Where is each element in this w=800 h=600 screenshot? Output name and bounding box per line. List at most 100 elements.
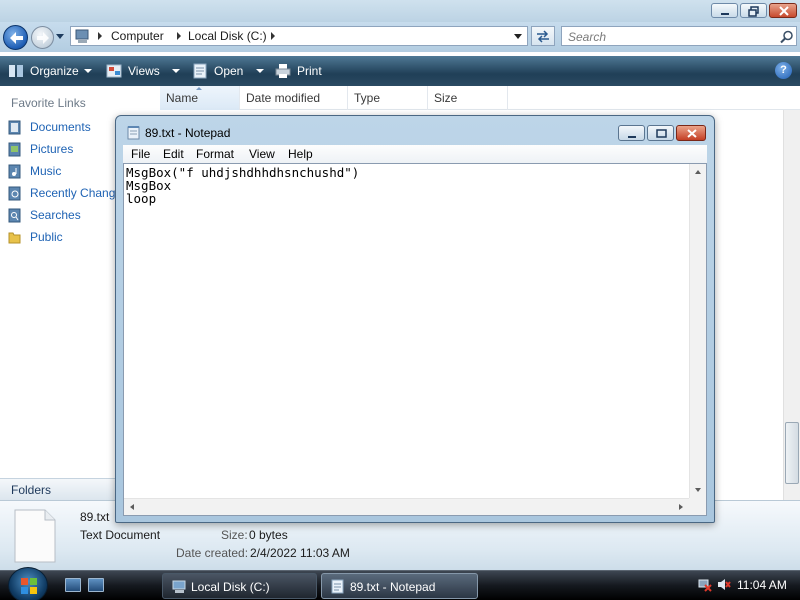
organize-icon [9, 65, 23, 77]
favorite-link-label: Searches [30, 208, 81, 222]
notepad-menubar: File Edit Format View Help [123, 145, 707, 163]
folders-label: Folders [11, 483, 52, 497]
sort-ascending-icon [196, 87, 202, 90]
file-list-scrollbar[interactable] [783, 110, 800, 500]
breadcrumb-computer[interactable]: Computer [111, 29, 164, 43]
details-date-label: Date created: [176, 546, 249, 560]
views-icon [106, 64, 122, 78]
column-header-label: Name [166, 91, 199, 105]
close-icon [687, 129, 697, 138]
minimize-icon [721, 13, 729, 15]
chevron-down-icon [84, 69, 92, 73]
organize-label: Organize [30, 64, 79, 78]
notepad-vertical-scrollbar[interactable] [689, 164, 706, 498]
column-header-date-modified[interactable]: Date modified [240, 86, 348, 110]
favorite-link-label: Recently Changed [30, 186, 129, 200]
volume-muted-icon[interactable] [716, 577, 731, 592]
menu-file[interactable]: File [131, 147, 150, 161]
column-header-size[interactable]: Size [428, 86, 508, 110]
searches-icon [8, 208, 21, 223]
column-headers: Name Date modified Type Size [160, 86, 800, 110]
close-button[interactable] [769, 3, 797, 18]
notepad-close-button[interactable] [676, 125, 706, 141]
notepad-icon [127, 126, 140, 140]
column-header-label: Size [434, 91, 458, 105]
notepad-text-content[interactable]: MsgBox("f uhdjshdhhdhsnchushd") MsgBox l… [126, 166, 688, 496]
command-bar: Organize Views Open Print [0, 56, 800, 86]
search-placeholder: Search [568, 30, 607, 44]
menu-format[interactable]: Format [196, 147, 234, 161]
organize-button[interactable]: Organize [8, 56, 94, 86]
notepad-minimize-button[interactable] [618, 125, 645, 141]
search-icon[interactable] [780, 30, 794, 44]
details-date-value: 2/4/2022 11:03 AM [250, 546, 350, 560]
views-label: Views [128, 64, 160, 78]
text-document-icon [14, 509, 56, 563]
favorite-links-header: Favorite Links [11, 96, 86, 110]
column-header-type[interactable]: Type [348, 86, 428, 110]
notepad-editor[interactable]: MsgBox("f uhdjshdhhdhsnchushd") MsgBox l… [123, 163, 707, 516]
column-header-label: Date modified [246, 91, 321, 105]
breadcrumb-separator-icon [98, 32, 102, 40]
details-filetype: Text Document [80, 528, 161, 542]
folder-icon [8, 232, 21, 244]
recently-changed-icon [8, 186, 21, 201]
menu-view[interactable]: View [249, 147, 275, 161]
minimize-icon [628, 136, 636, 138]
menu-help[interactable]: Help [288, 147, 313, 161]
notepad-icon [331, 579, 344, 594]
details-size-value: 0 bytes [249, 528, 288, 542]
maximize-icon [656, 129, 667, 138]
pictures-icon [8, 142, 21, 157]
taskbar-button-label: 89.txt - Notepad [350, 580, 436, 594]
windows-logo-icon [21, 578, 37, 594]
taskbar-button-explorer[interactable]: Local Disk (C:) [162, 573, 317, 599]
notepad-maximize-button[interactable] [647, 125, 674, 141]
computer-icon [172, 580, 186, 593]
refresh-button[interactable] [531, 26, 555, 46]
views-button[interactable]: Views [106, 56, 182, 86]
column-header-name[interactable]: Name [160, 86, 240, 110]
breadcrumb-local-disk[interactable]: Local Disk (C:) [188, 29, 267, 43]
back-arrow-icon [10, 32, 23, 44]
clock[interactable]: 11:04 AM [737, 578, 787, 592]
start-button[interactable] [8, 567, 48, 600]
restore-button[interactable] [740, 3, 767, 18]
address-dropdown-icon[interactable] [514, 34, 523, 40]
scrollbar-thumb[interactable] [785, 422, 799, 484]
restore-icon [748, 6, 759, 17]
notepad-icon [193, 63, 207, 79]
notepad-titlebar[interactable]: 89.txt - Notepad [116, 116, 714, 146]
show-desktop-icon[interactable] [65, 578, 81, 592]
minimize-button[interactable] [711, 3, 738, 18]
forward-button[interactable] [31, 26, 54, 49]
scroll-left-icon[interactable] [130, 504, 134, 510]
open-button[interactable]: Open [192, 56, 266, 86]
notepad-window: 89.txt - Notepad File Edit Format View H… [115, 115, 715, 523]
close-icon [779, 6, 789, 16]
taskbar: Local Disk (C:) 89.txt - Notepad 11:04 A… [0, 567, 800, 600]
scroll-down-icon[interactable] [695, 488, 701, 492]
address-bar[interactable]: Computer Local Disk (C:) [70, 26, 528, 46]
help-button[interactable]: ? [775, 62, 792, 79]
favorite-link-label: Public [30, 230, 63, 244]
back-button[interactable] [3, 25, 28, 50]
breadcrumb-separator-icon [177, 32, 181, 40]
search-input[interactable]: Search [561, 26, 797, 46]
network-disconnected-icon[interactable] [697, 577, 712, 592]
switch-windows-icon[interactable] [88, 578, 104, 592]
resize-gripper[interactable] [689, 498, 706, 515]
taskbar-button-notepad[interactable]: 89.txt - Notepad [321, 573, 478, 599]
open-label: Open [214, 64, 244, 78]
scroll-up-icon[interactable] [695, 170, 701, 174]
favorite-link-label: Pictures [30, 142, 74, 156]
menu-edit[interactable]: Edit [163, 147, 184, 161]
refresh-icon [537, 30, 549, 43]
scroll-right-icon[interactable] [679, 504, 683, 510]
chevron-down-icon [172, 69, 180, 73]
favorite-link-label: Music [30, 164, 62, 178]
print-button[interactable]: Print [275, 56, 333, 86]
details-size-label: Size: [221, 528, 248, 542]
recent-pages-dropdown[interactable] [56, 34, 64, 39]
notepad-horizontal-scrollbar[interactable] [124, 498, 689, 515]
